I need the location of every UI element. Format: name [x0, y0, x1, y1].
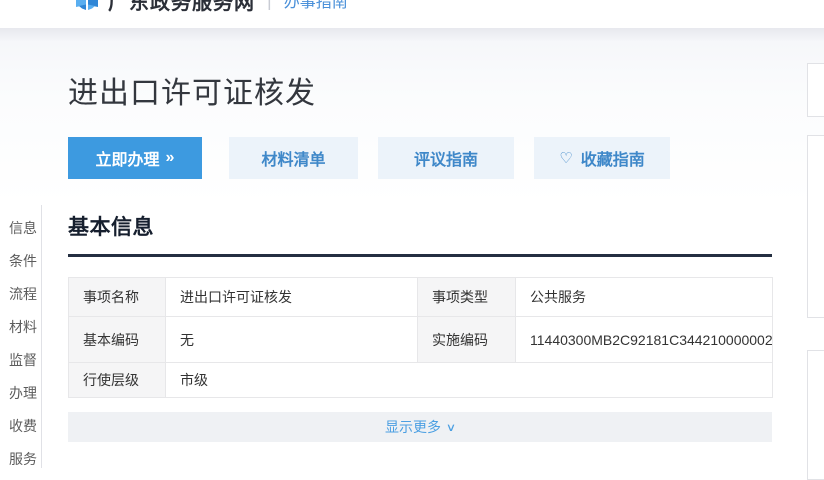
- sidebar-item-supervise[interactable]: 监督: [9, 352, 37, 368]
- cell-exercise-level-label: 行使层级: [69, 363, 166, 398]
- anchor-sidebar: 信息 条件 流程 材料 监督 办理 收费 服务: [0, 205, 42, 468]
- cell-basic-code-value: 无: [166, 317, 418, 363]
- basic-info-table: 事项名称 进出口许可证核发 事项类型 公共服务 基本编码 无 实施编码 1144…: [68, 277, 773, 398]
- cell-impl-code-value: 11440300MB2C92181C3442100000028: [516, 317, 773, 363]
- sidebar-item-process[interactable]: 流程: [9, 286, 37, 302]
- double-arrow-icon: »: [166, 149, 175, 167]
- apply-now-label: 立即办理: [96, 146, 160, 170]
- cell-item-type-value: 公共服务: [516, 278, 773, 317]
- sidebar-item-info[interactable]: 信息: [9, 220, 37, 236]
- sidebar-item-materials[interactable]: 材料: [9, 319, 37, 335]
- chevron-down-icon: ∨: [446, 421, 456, 434]
- right-card: [807, 350, 824, 480]
- site-name[interactable]: 广东政务服务网: [108, 0, 255, 15]
- sidebar-item-service[interactable]: 服务: [9, 451, 37, 467]
- materials-list-label: 材料清单: [261, 146, 325, 170]
- header-section-label: 办事指南: [284, 0, 348, 12]
- show-more-button[interactable]: 显示更多 ∨: [68, 412, 772, 442]
- materials-list-button[interactable]: 材料清单: [229, 137, 358, 179]
- site-logo-icon[interactable]: [75, 0, 99, 11]
- table-row: 事项名称 进出口许可证核发 事项类型 公共服务: [69, 278, 773, 317]
- table-row: 行使层级 市级: [69, 363, 773, 398]
- heart-icon: ♡: [559, 149, 572, 167]
- cell-item-name-value: 进出口许可证核发: [166, 278, 418, 317]
- sidebar-item-handle[interactable]: 办理: [9, 385, 37, 401]
- review-guide-label: 评议指南: [414, 146, 478, 170]
- sidebar-item-fees[interactable]: 收费: [9, 418, 37, 434]
- table-row: 基本编码 无 实施编码 11440300MB2C92181C3442100000…: [69, 317, 773, 363]
- cell-basic-code-label: 基本编码: [69, 317, 166, 363]
- page-banner: 进出口许可证核发 立即办理 » 材料清单 评议指南 ♡ 收藏指南: [0, 28, 824, 205]
- right-card: [807, 135, 824, 318]
- cell-exercise-level-value: 市级: [166, 363, 773, 398]
- section-heading-basic-info: 基本信息: [68, 211, 772, 241]
- sidebar-item-conditions[interactable]: 条件: [9, 253, 37, 269]
- show-more-label: 显示更多: [385, 417, 441, 437]
- heading-underline: [68, 254, 772, 257]
- header-divider: |: [267, 0, 272, 11]
- right-card: [807, 63, 824, 117]
- favorite-guide-label: 收藏指南: [581, 146, 645, 170]
- action-buttons: 立即办理 » 材料清单 评议指南 ♡ 收藏指南: [68, 137, 690, 179]
- apply-now-button[interactable]: 立即办理 »: [68, 137, 202, 179]
- top-header: 广东政务服务网 | 办事指南: [0, 0, 824, 28]
- cell-impl-code-label: 实施编码: [418, 317, 516, 363]
- favorite-guide-button[interactable]: ♡ 收藏指南: [534, 137, 670, 179]
- review-guide-button[interactable]: 评议指南: [378, 137, 514, 179]
- cell-item-type-label: 事项类型: [418, 278, 516, 317]
- cell-item-name-label: 事项名称: [69, 278, 166, 317]
- page-title: 进出口许可证核发: [68, 68, 316, 112]
- main-content: 基本信息 事项名称 进出口许可证核发 事项类型 公共服务 基本编码 无 实施编码…: [68, 205, 772, 442]
